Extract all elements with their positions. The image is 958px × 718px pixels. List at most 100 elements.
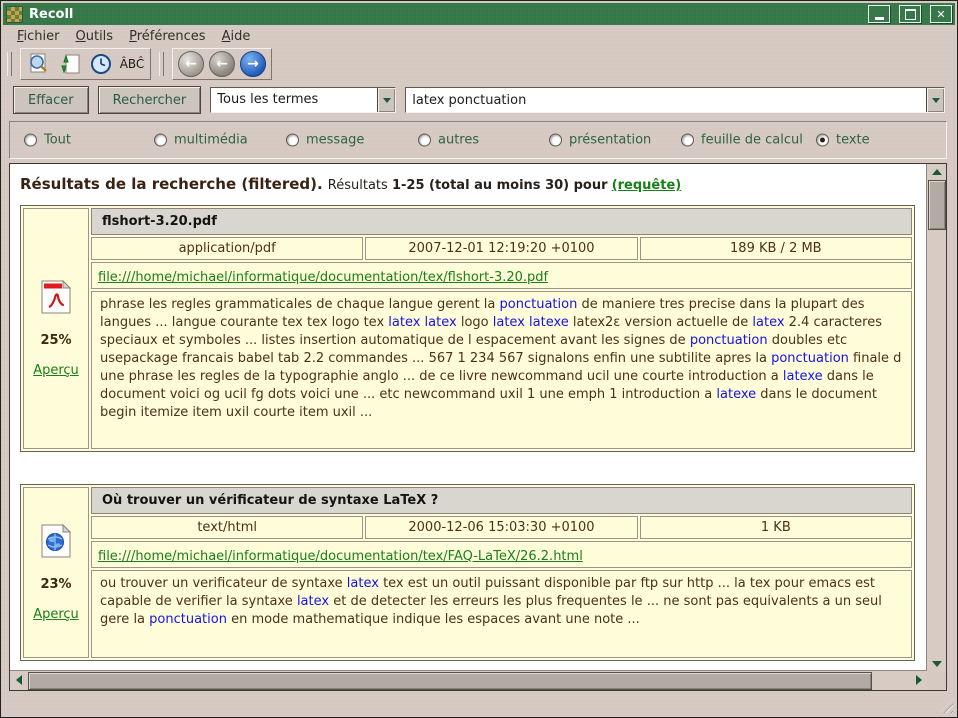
result-title: Où trouver un vérificateur de syntaxe La… (91, 487, 912, 514)
pdf-file-icon (41, 280, 71, 318)
arrow-left-icon (16, 675, 22, 685)
toolbar-grip[interactable] (7, 52, 12, 76)
result-meta-row: text/html 2000-12-06 15:03:30 +0100 1 KB (91, 516, 912, 539)
arrow-right-icon (916, 675, 922, 685)
vertical-scrollbar[interactable] (926, 164, 946, 671)
clear-button[interactable]: Effacer (13, 86, 89, 114)
radio-icon[interactable] (681, 134, 694, 147)
result-date: 2000-12-06 15:03:30 +0100 (365, 516, 637, 539)
first-page-icon[interactable]: ← (178, 51, 204, 77)
result-size: 1 KB (640, 516, 912, 539)
radio-icon[interactable] (816, 134, 829, 147)
menu-fichier[interactable]: Fichier (9, 27, 68, 46)
sort-by-date-clock-icon[interactable] (88, 51, 114, 77)
search-mode-combobox[interactable]: Tous les termes (210, 87, 396, 113)
results-header: Résultats de la recherche (filtered). Ré… (20, 174, 919, 193)
filter-radio-presentation[interactable]: présentation (549, 133, 651, 148)
toolbar: ÂBĈ ← ← → (3, 47, 955, 81)
result-1-side: 25% Aperçu (23, 208, 89, 449)
menu-aide[interactable]: Aide (214, 27, 259, 46)
result-mime-type: text/html (91, 516, 363, 539)
radio-icon[interactable] (549, 134, 562, 147)
scroll-down-button[interactable] (928, 656, 945, 671)
results-list: Résultats de la recherche (filtered). Ré… (10, 164, 927, 671)
relevance-percent: 25% (40, 333, 71, 348)
clear-search-icon[interactable] (26, 51, 52, 77)
radio-icon[interactable] (154, 134, 167, 147)
maximize-icon (905, 9, 916, 20)
result-meta-row: application/pdf 2007-12-01 12:19:20 +010… (91, 237, 912, 260)
search-button[interactable]: Rechercher (98, 86, 202, 114)
relevance-percent: 23% (40, 577, 71, 592)
result-url-row: file:///home/michael/informatique/docume… (91, 541, 912, 568)
result-2-main: Où trouver un vérificateur de syntaxe La… (91, 487, 912, 658)
result-size: 189 KB / 2 MB (640, 237, 912, 260)
preview-link[interactable]: Aperçu (33, 607, 79, 622)
term-explorer-abc-icon[interactable]: ÂBĈ (119, 51, 145, 77)
radio-icon[interactable] (418, 134, 431, 147)
result-mime-type: application/pdf (91, 237, 363, 260)
scrollbar-corner (927, 671, 946, 690)
toolbar-group-navigation: ← ← → (172, 48, 272, 80)
menubar: Fichier Outils Préférences Aide (3, 25, 955, 47)
filetype-filter-frame: Tout multimédia message autres présentat… (9, 121, 947, 159)
result-url-link[interactable]: file:///home/michael/informatique/docume… (98, 270, 548, 285)
minimize-button[interactable] (868, 5, 890, 23)
result-url-link[interactable]: file:///home/michael/informatique/docume… (98, 549, 583, 564)
horizontal-scrollbar[interactable] (10, 670, 927, 690)
vertical-scrollbar-thumb[interactable] (928, 180, 946, 230)
radio-icon[interactable] (24, 134, 37, 147)
window-title: Recoll (29, 7, 859, 22)
result-date: 2007-12-01 12:19:20 +0100 (365, 237, 637, 260)
result-title: flshort-3.20.pdf (91, 208, 912, 235)
results-title: Résultats de la recherche (filtered). (20, 175, 323, 193)
maximize-button[interactable] (899, 5, 921, 23)
app-icon (6, 6, 23, 23)
filter-radio-message[interactable]: message (286, 133, 364, 148)
result-url-row: file:///home/michael/informatique/docume… (91, 262, 912, 289)
query-combobox (405, 87, 945, 113)
minimize-icon (875, 17, 884, 20)
html-file-icon (41, 524, 71, 562)
results-range: Résultats 1-25 (total au moins 30) pour … (328, 178, 681, 193)
menu-preferences[interactable]: Préférences (121, 27, 213, 46)
close-icon: ✕ (936, 9, 945, 20)
scroll-up-button[interactable] (928, 164, 945, 179)
filter-radio-autres[interactable]: autres (418, 133, 479, 148)
result-snippet: phrase les regles grammaticales de chaqu… (91, 291, 912, 449)
result-2-side: 23% Aperçu (23, 487, 89, 658)
result-1-main: flshort-3.20.pdf application/pdf 2007-12… (91, 208, 912, 449)
toolbar-group-tools: ÂBĈ (20, 48, 151, 80)
close-button[interactable]: ✕ (930, 5, 952, 23)
radio-icon[interactable] (286, 134, 299, 147)
chevron-down-icon[interactable] (926, 88, 944, 112)
update-index-icon[interactable] (57, 51, 83, 77)
horizontal-scrollbar-thumb[interactable] (28, 672, 872, 690)
statusbar (3, 691, 955, 715)
query-link[interactable]: (requête) (612, 178, 682, 193)
filter-radio-tout[interactable]: Tout (24, 133, 71, 148)
filter-radio-texte[interactable]: texte (816, 133, 870, 148)
filter-radio-multimedia[interactable]: multimédia (154, 133, 248, 148)
chevron-down-icon[interactable] (377, 88, 395, 112)
scroll-left-button[interactable] (10, 672, 27, 687)
search-row: Effacer Rechercher Tous les termes (3, 81, 955, 119)
previous-page-icon[interactable]: ← (209, 51, 235, 77)
result-snippet: ou trouver un verificateur de syntaxe la… (91, 570, 912, 658)
search-input[interactable] (406, 88, 926, 112)
resize-grip-icon[interactable] (939, 699, 953, 713)
next-page-icon[interactable]: → (240, 51, 266, 77)
result-entry-2: 23% Aperçu Où trouver un vérificateur de… (20, 484, 915, 661)
menu-outils[interactable]: Outils (68, 27, 122, 46)
arrow-down-icon (932, 661, 942, 667)
titlebar: Recoll ✕ (3, 3, 955, 25)
filter-radio-feuille-de-calcul[interactable]: feuille de calcul (681, 133, 803, 148)
recoll-window: Recoll ✕ Fichier Outils Préférences Aide (0, 0, 958, 718)
result-entry-1: 25% Aperçu flshort-3.20.pdf application/… (20, 205, 915, 452)
preview-link[interactable]: Aperçu (33, 363, 79, 378)
results-frame: Résultats de la recherche (filtered). Ré… (9, 163, 947, 691)
arrow-up-icon (932, 169, 942, 175)
search-mode-value: Tous les termes (211, 88, 377, 112)
scroll-right-button[interactable] (910, 672, 927, 687)
toolbar-grip[interactable] (159, 52, 164, 76)
